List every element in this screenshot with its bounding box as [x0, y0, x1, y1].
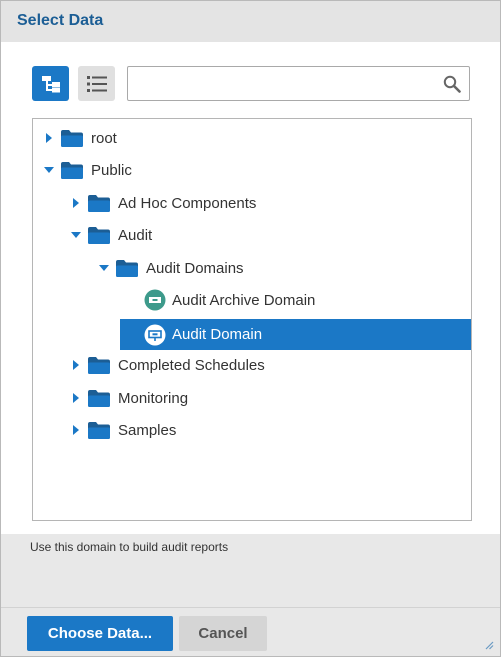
folder-icon [88, 421, 110, 439]
search-box[interactable] [127, 66, 470, 101]
tree-node-public[interactable]: Public [43, 156, 132, 184]
description-area: Use this domain to build audit reports [1, 534, 500, 609]
search-input[interactable] [134, 71, 434, 96]
tree-node-audit-domain[interactable]: Audit Domain [120, 319, 471, 350]
tree-node-label: Samples [118, 421, 177, 439]
tree-node-label: Ad Hoc Components [118, 194, 257, 212]
domain-icon [144, 324, 166, 346]
folder-icon [88, 194, 110, 212]
domain-icon [144, 289, 166, 311]
choose-data-button[interactable]: Choose Data... [27, 616, 173, 651]
dialog-buttons: Choose Data... Cancel [1, 607, 500, 656]
tree-node-label: root [91, 129, 117, 147]
dialog-titlebar[interactable]: Select Data [1, 1, 500, 42]
tree-view-button[interactable] [32, 66, 69, 101]
folder-icon [61, 161, 83, 179]
tree-view-icon [41, 75, 60, 92]
expand-arrow-icon[interactable] [70, 393, 82, 403]
dialog-body: root Public Ad Hoc Components Audit Audi… [1, 42, 500, 534]
tree-node-label: Audit Archive Domain [172, 291, 316, 309]
tree-node-audit-archive-domain[interactable]: Audit Archive Domain [144, 286, 315, 314]
magnifier-icon[interactable] [443, 75, 461, 93]
list-view-icon [86, 75, 107, 92]
collapse-arrow-icon[interactable] [70, 231, 82, 239]
tree-node-audit-domains[interactable]: Audit Domains [98, 254, 244, 282]
folder-icon [88, 226, 110, 244]
tree-node-samples[interactable]: Samples [70, 416, 176, 444]
select-data-dialog: Select Data root Public Ad Hoc Component… [0, 0, 501, 657]
expand-arrow-icon[interactable] [43, 133, 55, 143]
folder-icon [88, 356, 110, 374]
tree-node-ad-hoc-components[interactable]: Ad Hoc Components [70, 189, 256, 217]
tree-node-audit[interactable]: Audit [70, 221, 152, 249]
expand-arrow-icon[interactable] [70, 425, 82, 435]
repository-tree: root Public Ad Hoc Components Audit Audi… [32, 118, 472, 521]
tree-node-label: Audit Domain [172, 326, 263, 343]
tree-node-label: Public [91, 161, 132, 179]
resource-description: Use this domain to build audit reports [30, 540, 229, 554]
tree-node-label: Audit Domains [146, 259, 244, 277]
collapse-arrow-icon[interactable] [43, 166, 55, 174]
folder-icon [116, 259, 138, 277]
tree-node-completed-schedules[interactable]: Completed Schedules [70, 351, 265, 379]
folder-icon [61, 129, 83, 147]
collapse-arrow-icon[interactable] [98, 264, 110, 272]
tree-node-label: Audit [118, 226, 153, 244]
tree-node-label: Completed Schedules [118, 356, 265, 374]
list-view-button[interactable] [78, 66, 115, 101]
resize-handle-icon[interactable] [484, 640, 494, 650]
cancel-button[interactable]: Cancel [179, 616, 267, 651]
tree-node-monitoring[interactable]: Monitoring [70, 384, 188, 412]
expand-arrow-icon[interactable] [70, 360, 82, 370]
expand-arrow-icon[interactable] [70, 198, 82, 208]
tree-node-root[interactable]: root [43, 124, 117, 152]
dialog-title: Select Data [17, 12, 104, 29]
tree-node-label: Monitoring [118, 389, 189, 407]
folder-icon [88, 389, 110, 407]
